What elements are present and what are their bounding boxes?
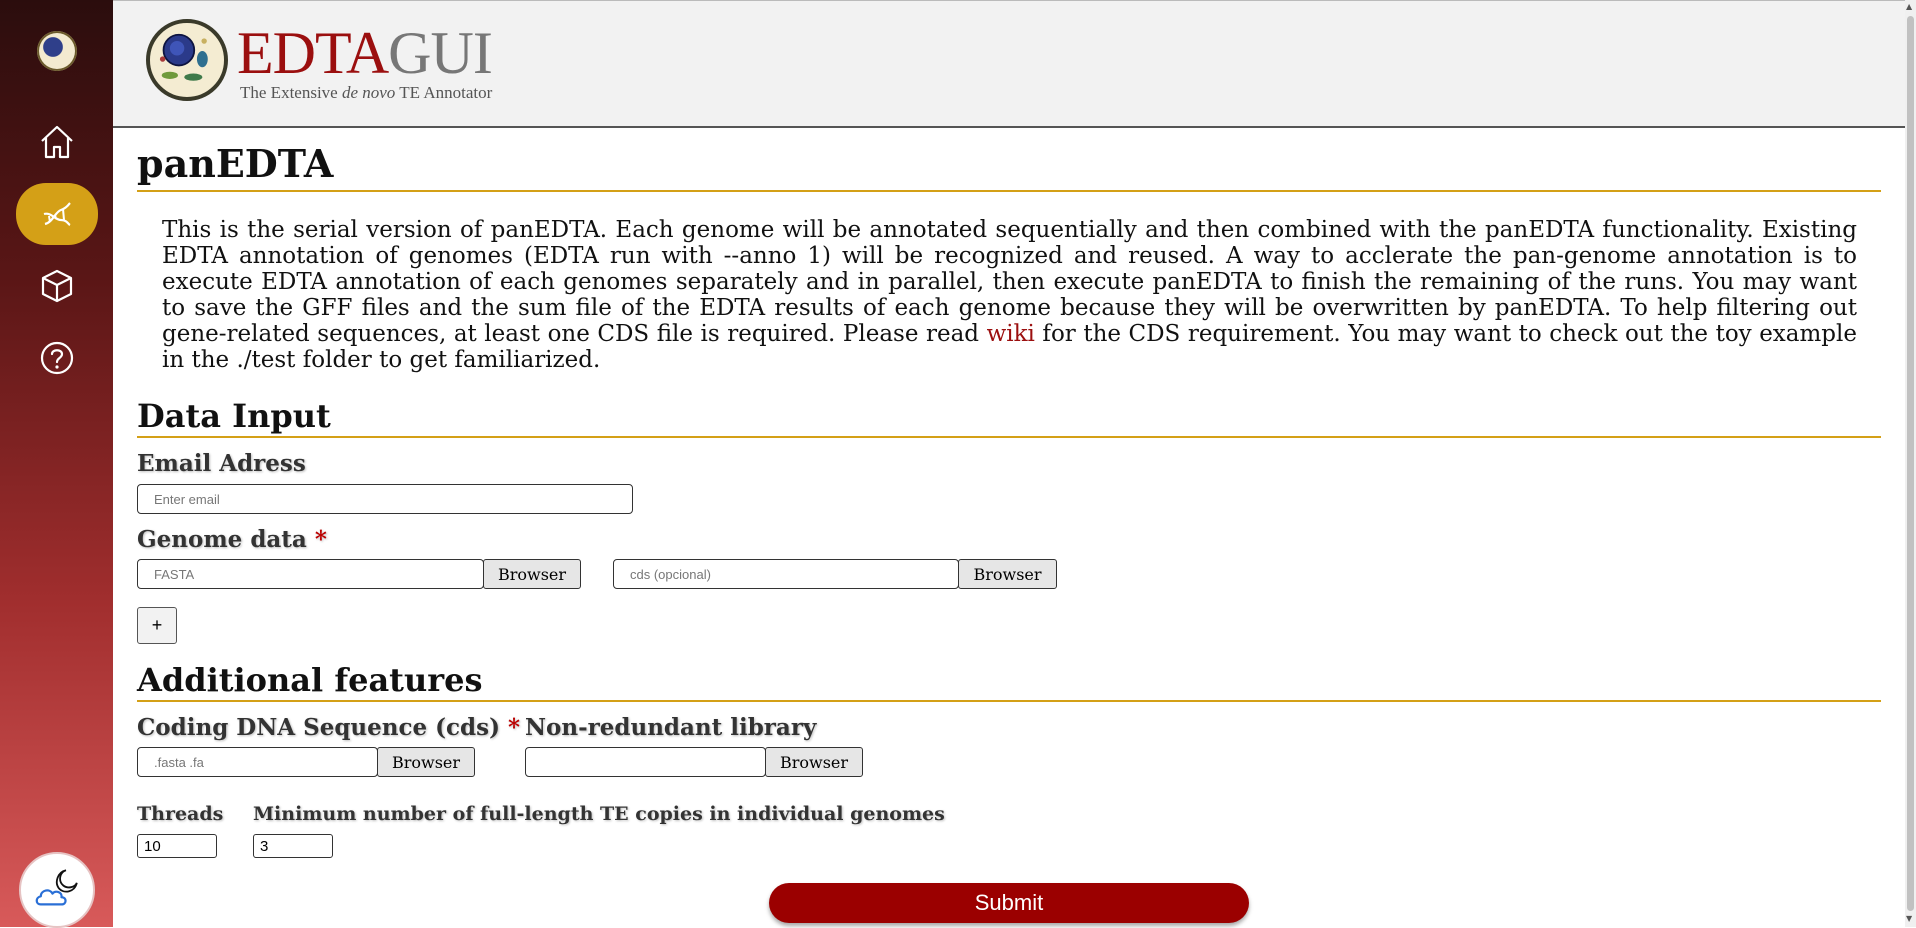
scroll-down-icon[interactable]: ▼ <box>1906 914 1912 923</box>
email-label: Email Adress <box>137 450 306 477</box>
min-copies-label: Minimum number of full-length TE copies … <box>253 803 945 825</box>
additional-features-divider <box>137 700 1881 702</box>
cds-input[interactable] <box>137 747 378 777</box>
threads-label: Threads <box>137 803 224 825</box>
sidebar-item-panedta[interactable] <box>16 183 98 245</box>
genome-data-label: Genome data * <box>137 526 327 553</box>
edta-logo-icon[interactable] <box>146 19 228 101</box>
additional-features-heading: Additional features <box>137 661 483 699</box>
page-title: panEDTA <box>137 141 334 186</box>
brand-subtitle-em: de novo <box>341 83 396 102</box>
add-genome-button[interactable]: + <box>137 607 177 644</box>
cds-optional-browse-button[interactable]: Browser <box>958 559 1057 589</box>
fasta-browse-button[interactable]: Browser <box>483 559 581 589</box>
sidebar-item-help[interactable] <box>16 327 98 389</box>
app-header: EDTAGUI The Extensive de novo TE Annotat… <box>113 0 1905 128</box>
data-input-divider <box>137 436 1881 438</box>
genome-data-label-text: Genome data <box>137 526 307 553</box>
title-divider <box>137 190 1881 192</box>
home-icon <box>41 125 73 159</box>
help-icon <box>40 341 74 375</box>
nonredundant-browse-button[interactable]: Browser <box>765 747 863 777</box>
sidebar-item-box[interactable] <box>16 255 98 317</box>
cds-browse-button[interactable]: Browser <box>377 747 475 777</box>
moon-cloud-icon <box>35 869 78 906</box>
sidebar-item-home[interactable] <box>16 111 98 173</box>
email-input[interactable] <box>137 484 633 514</box>
dna-icon <box>43 202 71 226</box>
scrollbar[interactable]: ▲ ▼ <box>1905 0 1916 927</box>
theme-toggle-button[interactable] <box>19 852 95 928</box>
nonredundant-label: Non-redundant library <box>525 714 817 741</box>
brand-subtitle-suffix: TE Annotator <box>395 83 493 102</box>
sidebar <box>0 0 113 928</box>
required-mark: * <box>507 714 520 741</box>
wiki-link[interactable]: wiki <box>987 321 1035 347</box>
cds-label: Coding DNA Sequence (cds) * <box>137 714 520 741</box>
brand-subtitle: The Extensive de novo TE Annotator <box>240 83 492 103</box>
brand-title: EDTAGUI <box>237 19 493 88</box>
required-mark: * <box>314 526 327 553</box>
intro-paragraph: This is the serial version of panEDTA. E… <box>162 217 1857 373</box>
fasta-input[interactable] <box>137 559 484 589</box>
threads-input[interactable] <box>137 834 217 858</box>
box-icon <box>41 269 73 303</box>
brand-edta: EDTA <box>237 20 389 86</box>
submit-button[interactable]: Submit <box>769 883 1249 923</box>
brand-gui: GUI <box>388 20 493 86</box>
min-copies-input[interactable] <box>253 834 333 858</box>
scroll-thumb[interactable] <box>1907 16 1914 911</box>
data-input-heading: Data Input <box>137 397 331 435</box>
scroll-up-icon[interactable]: ▲ <box>1906 2 1912 11</box>
sidebar-logo-icon[interactable] <box>37 31 77 71</box>
cds-label-text: Coding DNA Sequence (cds) <box>137 714 500 741</box>
cell-illustration-icon <box>159 33 208 81</box>
brand-subtitle-prefix: The Extensive <box>240 83 342 102</box>
nonredundant-input[interactable] <box>525 747 766 777</box>
cds-optional-input[interactable] <box>613 559 959 589</box>
